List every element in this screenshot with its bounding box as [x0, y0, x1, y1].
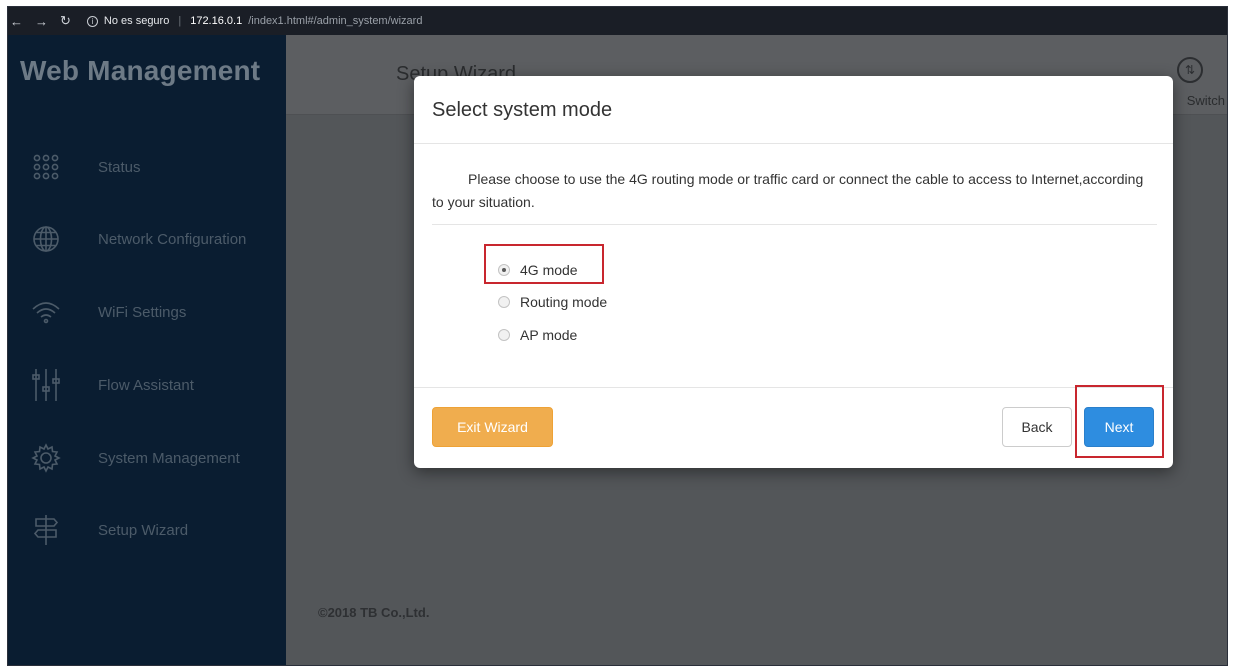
wifi-icon [28, 294, 64, 330]
sidebar-item-system-management[interactable]: System Management [8, 434, 286, 482]
sidebar-item-flow-assistant[interactable]: Flow Assistant [8, 361, 286, 409]
reload-icon[interactable]: ↻ [60, 13, 71, 29]
next-button[interactable]: Next [1084, 407, 1154, 447]
radio-button[interactable] [498, 264, 510, 276]
sidebar-item-label: Status [98, 158, 141, 176]
grid-dots-icon [28, 149, 64, 185]
sidebar-item-label: Network Configuration [98, 230, 247, 248]
sliders-icon [28, 367, 64, 403]
globe-icon [28, 221, 64, 257]
sidebar-item-status[interactable]: Status [8, 143, 286, 191]
dialog-footer-divider [414, 387, 1173, 388]
gear-icon [28, 440, 64, 476]
brand-title: Web Management [20, 55, 261, 86]
copyright-footer: ©2018 TB Co.,Ltd. [318, 605, 430, 620]
back-arrow-icon[interactable]: ← [10, 14, 23, 29]
switch-icon[interactable]: ⇅ [1177, 57, 1203, 83]
sidebar: Web Management Status Network Configurat… [8, 35, 286, 666]
forward-arrow-icon[interactable]: → [35, 14, 48, 29]
radio-label: AP mode [520, 327, 578, 343]
radio-option-ap-mode[interactable]: AP mode [498, 327, 577, 343]
back-button[interactable]: Back [1002, 407, 1072, 447]
radio-label: 4G mode [520, 262, 578, 278]
browser-nav: ← → ↻ [8, 13, 71, 29]
radio-button[interactable] [498, 296, 510, 308]
sidebar-item-setup-wizard[interactable]: Setup Wizard [8, 506, 286, 554]
security-label: No es seguro [103, 15, 170, 27]
url-host: 172.16.0.1 [190, 15, 243, 27]
dialog-description: Please choose to use the 4G routing mode… [432, 171, 1144, 210]
dialog-header: Select system mode [414, 76, 1173, 144]
dialog-title: Select system mode [432, 99, 613, 121]
browser-address-bar: ← → ↻ i No es seguro | 172.16.0.1/index1… [8, 7, 1227, 35]
sidebar-item-label: Flow Assistant [98, 376, 194, 394]
exit-wizard-button[interactable]: Exit Wizard [432, 407, 553, 447]
sidebar-item-label: Setup Wizard [98, 521, 189, 539]
info-icon[interactable]: i [86, 15, 98, 27]
switch-label[interactable]: Switch [1187, 93, 1225, 108]
sidebar-item-wifi-settings[interactable]: WiFi Settings [8, 288, 286, 336]
url-separator: | [178, 15, 182, 27]
divider [432, 224, 1157, 225]
sidebar-item-network-configuration[interactable]: Network Configuration [8, 215, 286, 263]
radio-option-routing-mode[interactable]: Routing mode [498, 294, 607, 310]
signpost-icon [28, 512, 64, 548]
radio-label: Routing mode [520, 294, 608, 310]
url-field[interactable]: i No es seguro | 172.16.0.1/index1.html#… [86, 15, 423, 27]
radio-button[interactable] [498, 329, 510, 341]
radio-option-4g-mode[interactable]: 4G mode [498, 262, 578, 278]
select-system-mode-dialog: Select system mode Please choose to use … [414, 76, 1173, 468]
url-path: /index1.html#/admin_system/wizard [248, 15, 423, 27]
sidebar-item-label: WiFi Settings [98, 303, 187, 321]
sidebar-item-label: System Management [98, 449, 240, 467]
